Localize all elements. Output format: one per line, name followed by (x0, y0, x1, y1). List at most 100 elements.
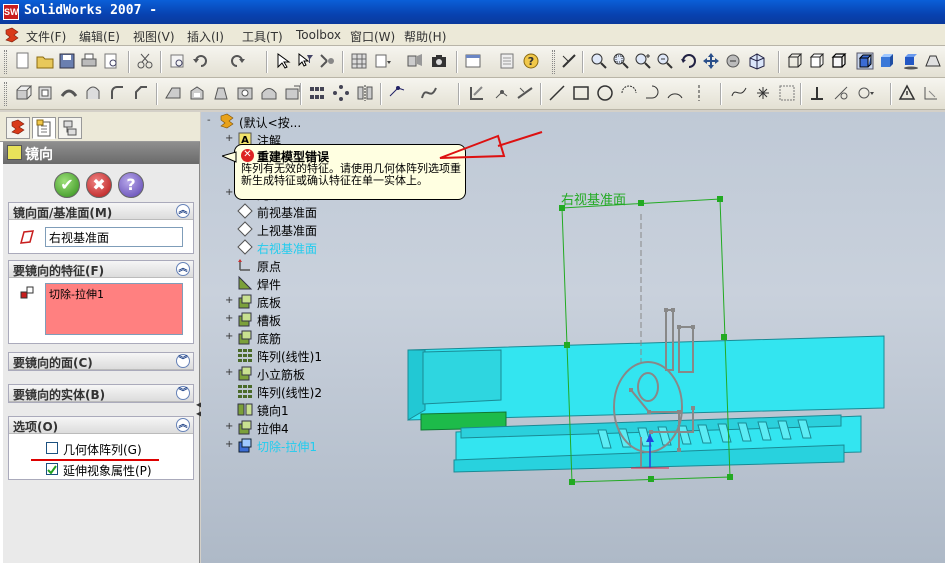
fillet-icon[interactable] (108, 84, 126, 102)
solidworks-app-icon[interactable]: SW (3, 4, 19, 20)
new-document-icon[interactable] (14, 52, 32, 70)
print-preview-icon[interactable] (102, 52, 120, 70)
tree-expander[interactable]: + (225, 295, 234, 306)
tree-expander[interactable]: + (225, 439, 234, 450)
menu-toolbox[interactable]: Toolbox (296, 28, 341, 42)
standard-views-icon[interactable] (748, 52, 766, 70)
options-gear-icon[interactable] (318, 52, 336, 70)
revolved-boss-icon[interactable] (36, 84, 54, 102)
hidden-lines-removed-icon[interactable] (830, 52, 848, 70)
smart-dimension-icon[interactable] (516, 84, 534, 102)
sketch-tools-dropdown-icon[interactable] (856, 84, 874, 102)
rotate-select-icon[interactable] (560, 52, 578, 70)
properties-sheet-icon[interactable] (498, 52, 516, 70)
menu-window[interactable]: 窗口(W) (350, 28, 395, 45)
sketch-icon[interactable] (468, 84, 486, 102)
print-icon[interactable] (80, 52, 98, 70)
toolbar-grip[interactable] (4, 50, 7, 74)
ok-button[interactable]: ✔ (54, 172, 80, 198)
roll-view-icon[interactable] (724, 52, 742, 70)
features-list-box[interactable]: 切除-拉伸1 (45, 283, 183, 335)
feature-list-item[interactable]: 切除-拉伸1 (49, 286, 179, 302)
camera-icon[interactable] (430, 52, 448, 70)
faces-group-header[interactable]: 要镜向的面(C) ︾ (9, 353, 193, 370)
tree-expander[interactable]: + (225, 313, 234, 324)
rib-icon[interactable] (164, 84, 182, 102)
select-arrow-icon[interactable] (274, 52, 292, 70)
perspective-icon[interactable] (924, 52, 942, 70)
cancel-button[interactable]: ✖ (86, 172, 112, 198)
tab-feature-manager[interactable] (6, 117, 30, 139)
zoom-fit-icon[interactable] (590, 52, 608, 70)
sheet-dropdown-icon[interactable] (374, 52, 392, 70)
menu-tools[interactable]: 工具(T) (242, 28, 283, 45)
tree-expander[interactable]: - (207, 115, 216, 126)
shaded-icon[interactable] (878, 52, 896, 70)
tab-property-manager[interactable] (32, 117, 56, 139)
zoom-in-out-icon[interactable] (634, 52, 652, 70)
collapse-chevron-icon[interactable]: ︽ (176, 418, 190, 432)
toolbar-grip[interactable] (4, 82, 7, 106)
chamfer-icon[interactable] (132, 84, 150, 102)
expand-chevron-icon[interactable]: ︾ (176, 354, 190, 368)
help-question-icon[interactable]: ? (522, 52, 540, 70)
shadows-icon[interactable] (902, 52, 920, 70)
menu-insert[interactable]: 插入(I) (187, 28, 224, 45)
help-button[interactable]: ? (118, 172, 144, 198)
add-relation-icon[interactable] (808, 84, 826, 102)
tree-expander[interactable]: + (225, 331, 234, 342)
open-folder-icon[interactable] (36, 52, 54, 70)
options-group-header[interactable]: 选项(O) ︽ (9, 417, 193, 434)
centerpoint-arc-icon[interactable] (620, 84, 638, 102)
pan-icon[interactable] (702, 52, 720, 70)
sketch-text-icon[interactable] (778, 84, 796, 102)
tab-configuration-manager[interactable] (58, 117, 82, 139)
circle-icon[interactable] (596, 84, 614, 102)
menu-file[interactable]: 文件(F) (26, 28, 66, 45)
warning-triangle-icon[interactable] (898, 84, 916, 102)
circular-pattern-icon[interactable] (332, 84, 350, 102)
undo-icon[interactable] (192, 52, 210, 70)
spline-icon[interactable] (730, 84, 748, 102)
zoom-selection-icon[interactable] (656, 52, 674, 70)
window-layout-icon[interactable] (464, 52, 482, 70)
bodies-group-header[interactable]: 要镜向的实体(B) ︾ (9, 385, 193, 402)
geometry-pattern-checkbox[interactable] (46, 442, 58, 454)
tree-expander[interactable]: + (225, 187, 234, 198)
propagate-visual-checkbox[interactable] (46, 463, 58, 475)
centerline-icon[interactable] (690, 84, 708, 102)
tangent-arc-icon[interactable] (644, 84, 662, 102)
mirror-icon[interactable] (356, 84, 374, 102)
menu-help[interactable]: 帮助(H) (404, 28, 446, 45)
rotate-view-icon[interactable] (680, 52, 698, 70)
expand-chevron-icon[interactable]: ︾ (176, 386, 190, 400)
line-icon[interactable] (548, 84, 566, 102)
menu-edit[interactable]: 编辑(E) (79, 28, 120, 45)
point-icon[interactable] (754, 84, 772, 102)
curves-icon[interactable] (420, 84, 438, 102)
tree-expander[interactable]: + (225, 133, 234, 144)
reference-geometry-icon[interactable] (388, 84, 406, 102)
3d-sketch-icon[interactable] (492, 84, 510, 102)
save-icon[interactable] (58, 52, 76, 70)
loft-icon[interactable] (84, 84, 102, 102)
sweep-icon[interactable] (60, 84, 78, 102)
photoworks-icon[interactable] (406, 52, 424, 70)
three-point-arc-icon[interactable] (666, 84, 684, 102)
redo-icon[interactable] (228, 52, 246, 70)
collapse-chevron-icon[interactable]: ︽ (176, 262, 190, 276)
shell-icon[interactable] (188, 84, 206, 102)
rebuild-icon[interactable] (168, 52, 186, 70)
zoom-area-icon[interactable] (612, 52, 630, 70)
hole-wizard-icon[interactable] (236, 84, 254, 102)
hidden-lines-visible-icon[interactable] (808, 52, 826, 70)
dome-icon[interactable] (260, 84, 278, 102)
select-filter-icon[interactable] (296, 52, 314, 70)
shaded-edges-icon[interactable] (856, 52, 874, 70)
menu-view[interactable]: 视图(V) (133, 28, 175, 45)
tree-expander[interactable]: + (225, 421, 234, 432)
linear-pattern-icon[interactable] (308, 84, 326, 102)
features-group-header[interactable]: 要镜向的特征(F) ︽ (9, 261, 193, 278)
toolbar-grip[interactable] (552, 50, 555, 74)
draft-icon[interactable] (212, 84, 230, 102)
